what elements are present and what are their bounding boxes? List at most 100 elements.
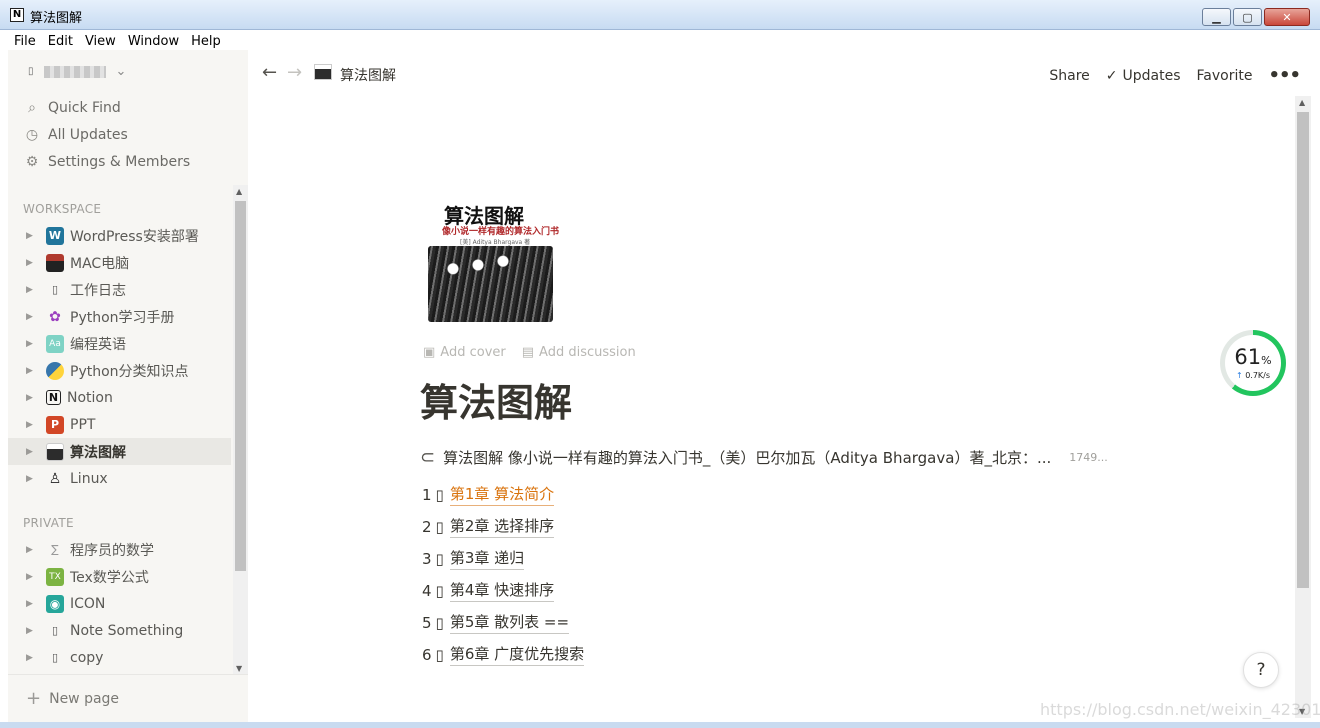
missing-glyph-icon: ▯ xyxy=(435,613,444,632)
sidebar-item-copy[interactable]: ▶ ▯ copy xyxy=(8,644,231,671)
python-icon xyxy=(46,361,64,380)
menu-edit[interactable]: Edit xyxy=(42,32,79,49)
sidebar-item-label: 程序员的数学 xyxy=(70,542,154,559)
expand-icon[interactable]: ▶ xyxy=(26,474,40,484)
sidebar-item-programmer-math[interactable]: ▶ ∑ 程序员的数学 xyxy=(8,536,231,563)
speed-percent-sign: % xyxy=(1261,354,1272,367)
toc-number: 2 xyxy=(422,517,432,536)
help-button[interactable]: ? xyxy=(1243,652,1279,688)
page-title[interactable]: 算法图解 xyxy=(420,372,572,427)
speed-percent: 61% xyxy=(1225,345,1281,369)
menu-file[interactable]: File xyxy=(0,32,42,49)
workspace-icon: ▯ xyxy=(28,66,34,77)
network-speed-widget[interactable]: 61% ↑ 0.7K/s xyxy=(1220,330,1286,396)
notion-app-icon: N xyxy=(10,8,24,22)
favorite-button[interactable]: Favorite xyxy=(1197,68,1253,84)
notion-icon: N xyxy=(46,390,61,405)
expand-icon[interactable]: ▶ xyxy=(26,572,40,582)
settings-link[interactable]: ⚙ Settings & Members xyxy=(24,154,190,170)
speed-rate: ↑ 0.7K/s xyxy=(1225,371,1281,380)
toc-link[interactable]: 第3章 递归 xyxy=(449,547,525,570)
quick-find-label: Quick Find xyxy=(48,100,121,116)
speed-percent-value: 61 xyxy=(1234,345,1262,369)
toc-link[interactable]: 第4章 快速排序 xyxy=(449,579,555,602)
all-updates-link[interactable]: ◷ All Updates xyxy=(24,127,128,143)
page-topbar: ← → 算法图解 Share ✓ Updates Favorite ••• xyxy=(248,50,1310,96)
expand-icon[interactable]: ▶ xyxy=(26,393,40,403)
toc-number: 5 xyxy=(422,613,432,632)
toc-number: 3 xyxy=(422,549,432,568)
expand-icon[interactable]: ▶ xyxy=(26,626,40,636)
expand-icon[interactable]: ▶ xyxy=(26,339,40,349)
book-cover-author: [美] Aditya Bhargava 著 xyxy=(460,239,531,246)
breadcrumb[interactable]: 算法图解 xyxy=(340,65,396,85)
expand-icon[interactable]: ▶ xyxy=(26,312,40,322)
window-controls: ▁ ▢ ✕ xyxy=(1202,8,1310,26)
expand-icon[interactable]: ▶ xyxy=(26,366,40,376)
toc-link[interactable]: 第6章 广度优先搜索 xyxy=(449,643,585,666)
sidebar-item-linux[interactable]: ▶ ♙ Linux xyxy=(8,465,231,492)
expand-icon[interactable]: ▶ xyxy=(26,545,40,555)
quick-find-link[interactable]: ⌕ Quick Find xyxy=(24,100,121,116)
speed-rate-value: 0.7K/s xyxy=(1245,371,1271,380)
updates-label: Updates xyxy=(1122,67,1181,84)
expand-icon[interactable]: ▶ xyxy=(26,599,40,609)
menu-help[interactable]: Help xyxy=(185,32,227,49)
sidebar-item-note-something[interactable]: ▶ ▯ Note Something xyxy=(8,617,231,644)
expand-icon[interactable]: ▶ xyxy=(26,258,40,268)
missing-glyph-icon: ▯ xyxy=(435,549,444,568)
sidebar-item-label: copy xyxy=(70,649,104,666)
maximize-button[interactable]: ▢ xyxy=(1233,8,1262,26)
more-options-icon[interactable]: ••• xyxy=(1268,65,1301,86)
sidebar-item-label: Tex数学公式 xyxy=(70,569,149,586)
scroll-down-icon[interactable]: ▼ xyxy=(236,664,242,673)
main-scrollbar[interactable]: ▲ ▼ xyxy=(1295,96,1311,718)
scroll-up-icon[interactable]: ▲ xyxy=(1299,98,1305,107)
sidebar-item-english[interactable]: ▶ Aa 编程英语 xyxy=(8,330,231,357)
expand-icon[interactable]: ▶ xyxy=(26,231,40,241)
file-attachment[interactable]: ⊂ 算法图解 像小说一样有趣的算法入门书_（美）巴尔加瓦（Aditya Bhar… xyxy=(420,447,1108,468)
sidebar-item-tex[interactable]: ▶ TX Tex数学公式 xyxy=(8,563,231,590)
add-cover-button[interactable]: ▣ Add cover xyxy=(423,345,506,360)
add-cover-label: Add cover xyxy=(440,345,506,360)
expand-icon[interactable]: ▶ xyxy=(26,420,40,430)
sidebar-item-mac[interactable]: ▶ MAC电脑 xyxy=(8,249,231,276)
sidebar-item-icon[interactable]: ▶ ◉ ICON xyxy=(8,590,231,617)
menu-bar: File Edit View Window Help xyxy=(0,30,1320,50)
toc-link[interactable]: 第2章 选择排序 xyxy=(449,515,555,538)
file-size: 1749... xyxy=(1069,451,1108,464)
menu-view[interactable]: View xyxy=(79,32,122,49)
toc-link[interactable]: 第1章 算法简介 xyxy=(449,483,555,506)
expand-icon[interactable]: ▶ xyxy=(26,447,40,457)
sidebar-item-python-manual[interactable]: ▶ ✿ Python学习手册 xyxy=(8,303,231,330)
page-icon-book-cover[interactable]: 算法图解 像小说一样有趣的算法入门书 [美] Aditya Bhargava 著 xyxy=(420,190,560,326)
close-button[interactable]: ✕ xyxy=(1264,8,1310,26)
workspace-switcher[interactable]: ▯ ⌄ xyxy=(28,64,126,79)
toc-item: 1 ▯ 第1章 算法简介 xyxy=(422,483,555,506)
forward-arrow-icon[interactable]: → xyxy=(287,62,302,83)
sidebar-item-notion[interactable]: ▶ N Notion xyxy=(8,384,231,411)
add-discussion-label: Add discussion xyxy=(539,345,636,360)
add-discussion-button[interactable]: ▤ Add discussion xyxy=(522,345,636,360)
sidebar-scrollbar[interactable]: ▲ ▼ xyxy=(233,185,248,675)
new-page-label: New page xyxy=(49,690,120,707)
minimize-button[interactable]: ▁ xyxy=(1202,8,1231,26)
toc-link[interactable]: 第5章 散列表 == xyxy=(449,611,570,634)
sidebar-item-ppt[interactable]: ▶ P PPT xyxy=(8,411,231,438)
share-button[interactable]: Share xyxy=(1049,68,1089,84)
main-scroll-thumb[interactable] xyxy=(1297,112,1309,588)
sidebar-item-algorithms[interactable]: ▶ 算法图解 xyxy=(8,438,231,465)
updates-button[interactable]: ✓ Updates xyxy=(1106,68,1181,84)
sidebar-item-python-topics[interactable]: ▶ Python分类知识点 xyxy=(8,357,231,384)
menu-window[interactable]: Window xyxy=(122,32,185,49)
target-icon: ◉ xyxy=(46,594,64,613)
expand-icon[interactable]: ▶ xyxy=(26,285,40,295)
sidebar-item-label: Notion xyxy=(67,389,113,406)
expand-icon[interactable]: ▶ xyxy=(26,653,40,663)
sidebar-item-worklog[interactable]: ▶ ▯ 工作日志 xyxy=(8,276,231,303)
scroll-up-icon[interactable]: ▲ xyxy=(236,187,242,196)
sidebar-scroll-thumb[interactable] xyxy=(235,201,246,571)
back-arrow-icon[interactable]: ← xyxy=(262,62,277,83)
sidebar-item-wordpress[interactable]: ▶ W WordPress安装部署 xyxy=(8,222,231,249)
new-page-button[interactable]: + New page xyxy=(8,674,248,722)
